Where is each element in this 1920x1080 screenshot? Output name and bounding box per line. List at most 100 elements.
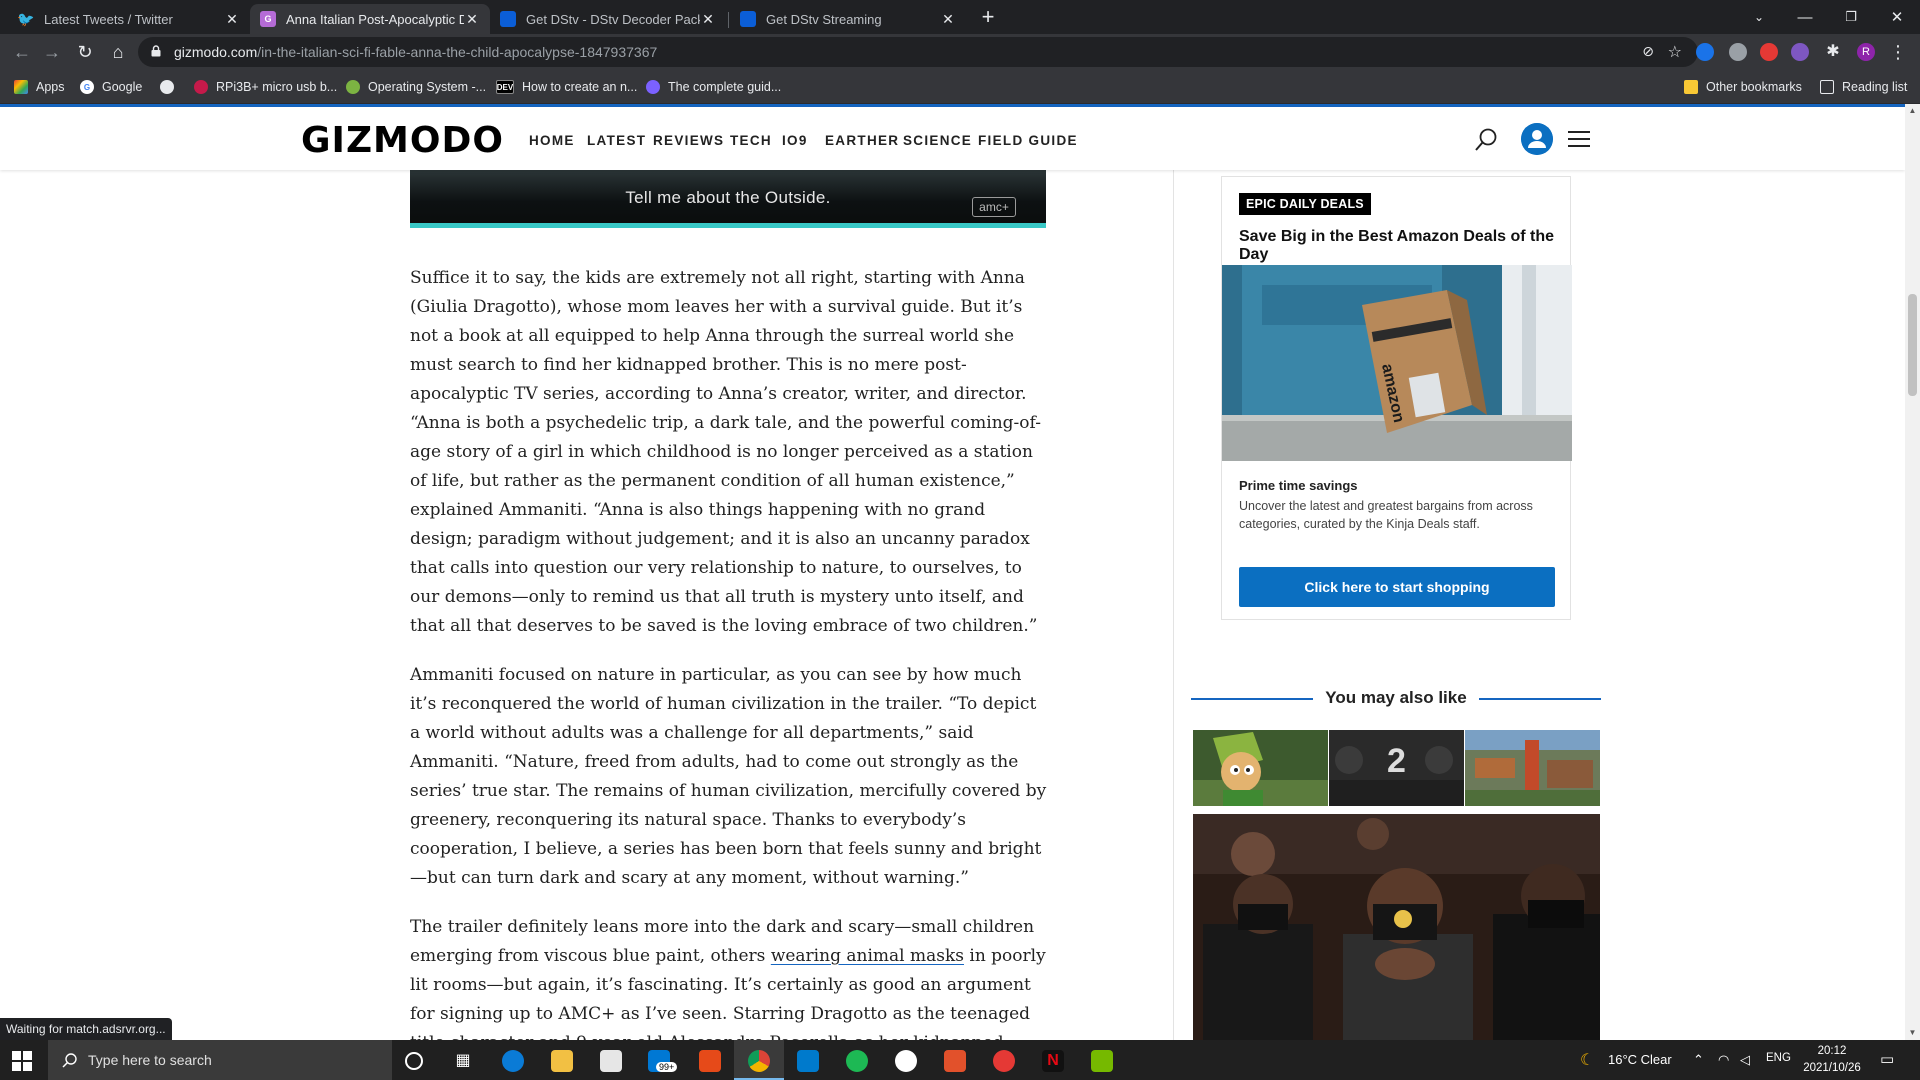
search-icon[interactable] (1473, 127, 1499, 153)
related-thumbnail-dark[interactable]: 2 (1329, 730, 1464, 806)
trailer-video[interactable]: Tell me about the Outside. amc+ (410, 170, 1046, 228)
address-bar[interactable]: gizmodo.com/in-the-italian-sci-fi-fable-… (138, 37, 1698, 67)
scrollbar-thumb[interactable] (1908, 294, 1917, 396)
bookmark-star-icon[interactable]: ☆ (1668, 42, 1682, 62)
volume-icon[interactable]: ◁ (1740, 1052, 1750, 1068)
extension-icon[interactable] (1791, 43, 1809, 61)
related-basketball-image[interactable] (1193, 814, 1600, 1040)
word-web-icon[interactable] (895, 1050, 917, 1072)
bookmark-apps[interactable]: Apps (14, 78, 65, 96)
minimize-button[interactable]: — (1782, 0, 1828, 34)
site-logo[interactable]: GIZMODO (301, 120, 504, 161)
nav-science[interactable]: SCIENCE (903, 133, 972, 148)
bookmark-rpi[interactable]: RPi3B+ micro usb b... (194, 78, 337, 96)
twitter-bird-icon: 🐦 (17, 10, 35, 27)
related-thumbnail-zelda[interactable] (1193, 730, 1328, 806)
other-bookmarks[interactable]: Other bookmarks (1684, 78, 1802, 96)
forward-button[interactable]: → (40, 40, 64, 64)
nav-io9[interactable]: IO9 (782, 133, 808, 148)
chrome-icon[interactable] (748, 1050, 770, 1072)
bookmark-label: Other bookmarks (1706, 80, 1802, 94)
url-text[interactable]: gizmodo.com/in-the-italian-sci-fi-fable-… (174, 44, 657, 60)
close-window-button[interactable]: ✕ (1874, 0, 1920, 34)
search-placeholder: Type here to search (88, 1052, 212, 1068)
language-indicator[interactable]: ENG (1766, 1052, 1791, 1064)
folder-icon (1684, 80, 1698, 94)
close-tab-icon[interactable]: ✕ (464, 11, 480, 28)
tab-gizmodo-active[interactable]: G Anna Italian Post-Apocalyptic Dr ✕ (250, 4, 490, 34)
tab-dstv-package[interactable]: Get DStv - DStv Decoder Package ✕ (490, 4, 726, 34)
media-player-icon[interactable] (993, 1050, 1015, 1072)
lock-icon[interactable] (151, 45, 161, 57)
scroll-down-arrow-icon[interactable]: ▼ (1905, 1026, 1920, 1040)
wifi-icon[interactable]: ◠ (1718, 1052, 1729, 1068)
tracking-eye-icon[interactable]: ⊘ (1642, 43, 1654, 60)
nav-field-guide[interactable]: FIELD GUIDE (978, 133, 1078, 148)
nav-tech[interactable]: TECH (730, 133, 772, 148)
spotify-icon[interactable] (846, 1050, 868, 1072)
nav-latest[interactable]: LATEST (587, 133, 646, 148)
back-button[interactable]: ← (10, 40, 34, 64)
video-progress-bar[interactable] (410, 223, 1046, 228)
article-paragraph: Ammaniti focused on nature in particular… (410, 665, 1047, 888)
start-shopping-button[interactable]: Click here to start shopping (1239, 567, 1555, 607)
notifications-icon[interactable]: ▭ (1880, 1050, 1894, 1068)
deals-headline[interactable]: Save Big in the Best Amazon Deals of the… (1239, 228, 1570, 264)
nvidia-icon[interactable] (1091, 1050, 1113, 1072)
microsoft-store-icon[interactable] (600, 1050, 622, 1072)
nav-home[interactable]: HOME (529, 133, 575, 148)
related-thumbnail-city[interactable] (1465, 730, 1600, 806)
profile-avatar[interactable]: R (1857, 43, 1875, 61)
system-clock[interactable]: 20:12 2021/10/26 (1800, 1043, 1864, 1077)
cortana-icon[interactable] (405, 1052, 423, 1070)
bookmark-google[interactable]: G Google (80, 78, 142, 96)
vscode-icon[interactable] (797, 1050, 819, 1072)
tray-overflow-chevron-icon[interactable]: ⌃ (1693, 1052, 1704, 1068)
tab-title: Anna Italian Post-Apocalyptic Dr (286, 11, 464, 27)
bookmark-dev[interactable]: DEV How to create an n... (496, 78, 637, 96)
gizmodo-icon: G (260, 11, 276, 27)
hamburger-menu-icon[interactable] (1568, 129, 1590, 149)
tab-twitter[interactable]: 🐦 Latest Tweets / Twitter ✕ (8, 4, 250, 34)
close-tab-icon[interactable]: ✕ (224, 11, 240, 28)
nav-earther[interactable]: EARTHER (825, 133, 899, 148)
taskbar-search-box[interactable]: Type here to search (48, 1040, 392, 1080)
reload-button[interactable]: ↻ (73, 40, 97, 64)
article-paragraph: The trailer definitely leans more into t… (410, 913, 1050, 1040)
react-devtools-icon[interactable] (1696, 43, 1714, 61)
reading-list[interactable]: Reading list (1820, 78, 1907, 96)
netflix-icon[interactable]: N (1042, 1050, 1064, 1072)
extensions-puzzle-icon[interactable]: ✱ (1821, 40, 1845, 64)
tab-search-icon[interactable]: ⌄ (1736, 0, 1782, 34)
bookmark-os[interactable]: Operating System -... (346, 78, 486, 96)
animal-masks-link[interactable]: wearing animal masks (771, 946, 964, 966)
weather-text[interactable]: 16°C Clear (1608, 1052, 1672, 1067)
deals-subhead: Prime time savings (1239, 478, 1358, 493)
close-tab-icon[interactable]: ✕ (700, 11, 716, 28)
edge-browser-icon[interactable] (502, 1050, 524, 1072)
ubuntu-icon[interactable] (944, 1050, 966, 1072)
new-tab-button[interactable]: + (976, 6, 1000, 30)
windows-start-icon[interactable] (12, 1051, 32, 1071)
scroll-up-arrow-icon[interactable]: ▲ (1905, 104, 1920, 118)
bookmark-guide[interactable]: The complete guid... (646, 78, 781, 96)
home-button[interactable]: ⌂ (106, 40, 130, 64)
tab-dstv-streaming[interactable]: Get DStv Streaming ✕ (730, 4, 966, 34)
extension-icon[interactable] (1760, 43, 1778, 61)
task-view-icon[interactable]: ▦ (452, 1050, 474, 1072)
apps-grid-icon (14, 80, 28, 94)
close-tab-icon[interactable]: ✕ (940, 11, 956, 28)
file-explorer-icon[interactable] (551, 1050, 573, 1072)
restore-button[interactable]: ❐ (1828, 0, 1874, 34)
article-body: Suffice it to say, the kids are extremel… (410, 264, 1050, 1040)
user-account-icon[interactable] (1521, 123, 1553, 155)
nav-reviews[interactable]: REVIEWS (653, 133, 724, 148)
page-scrollbar[interactable]: ▲ ▼ (1905, 104, 1920, 1040)
office-icon[interactable] (699, 1050, 721, 1072)
bookmark-globe[interactable] (160, 78, 182, 96)
extension-icon[interactable] (1729, 43, 1747, 61)
google-icon: G (80, 80, 94, 94)
weather-moon-icon[interactable]: ☾ (1580, 1050, 1594, 1070)
amazon-package-image[interactable]: amazon (1222, 265, 1572, 461)
browser-menu-icon[interactable]: ⋮ (1886, 40, 1910, 64)
